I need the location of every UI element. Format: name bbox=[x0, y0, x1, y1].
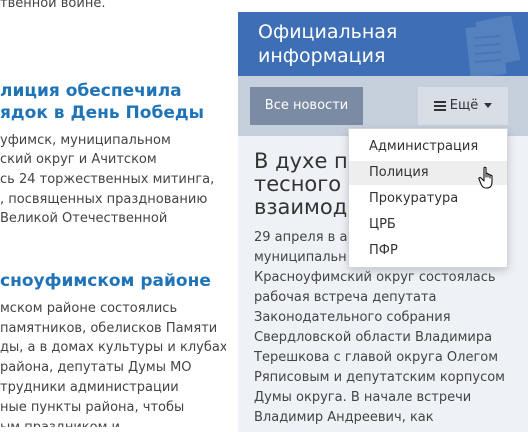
news-text: ды, а в домах культуры и клубах bbox=[0, 340, 226, 355]
document-stack-icon bbox=[465, 16, 521, 76]
news-text: мском районе состоялись bbox=[0, 301, 178, 316]
article-line: Терешкова с главой округа Олегом bbox=[254, 350, 499, 365]
news-text: уфимск, муниципальном bbox=[0, 133, 171, 148]
news-text: района, депутаты Думы МО bbox=[0, 360, 192, 375]
news-text: ым праздником и bbox=[0, 418, 120, 427]
news-text: ский округ и Ачитском bbox=[0, 152, 157, 167]
article-line: Свердловской области Владимира bbox=[254, 330, 493, 345]
article-line: рабочая встреча депутата bbox=[254, 290, 437, 305]
more-dropdown-menu: Администрация Полиция Прокуратура ЦРБ ПФ… bbox=[348, 128, 508, 268]
menu-item-prosecutor[interactable]: Прокуратура bbox=[349, 187, 507, 211]
news-title-link[interactable]: лиция обеспечила bbox=[0, 80, 182, 102]
news-fragment: твенной войне. bbox=[0, 0, 106, 11]
article-line: Ряписовым и депутатским корпусом bbox=[254, 370, 505, 385]
menu-item-administration[interactable]: Администрация bbox=[349, 135, 507, 159]
news-text: трудники администрации bbox=[0, 380, 179, 395]
menu-item-hospital[interactable]: ЦРБ bbox=[349, 213, 507, 237]
panel-title-line: Официальная bbox=[258, 21, 398, 43]
hamburger-icon bbox=[433, 100, 446, 111]
caret-down-icon bbox=[484, 103, 493, 108]
article-line: Красноуфимский округ состоялась bbox=[254, 270, 496, 285]
news-title-link[interactable]: ядок в День Победы bbox=[0, 102, 204, 124]
hand-cursor-icon bbox=[478, 166, 493, 189]
panel-title: Официальная информация bbox=[258, 20, 397, 68]
more-dropdown-button[interactable]: Ещё bbox=[418, 87, 508, 125]
all-news-button[interactable]: Все новости bbox=[250, 87, 363, 125]
news-text: ные пункты района, чтобы bbox=[0, 400, 185, 415]
news-column: твенной войне. лиция обеспечила ядок в Д… bbox=[0, 0, 226, 427]
menu-item-pension-fund[interactable]: ПФР bbox=[349, 239, 507, 263]
more-label: Ещё bbox=[449, 98, 479, 113]
panel-title-line: информация bbox=[258, 45, 386, 67]
article-line: Законодательного собрания bbox=[254, 310, 451, 325]
news-text: сь 24 торжественных митинга, bbox=[0, 172, 215, 187]
news-text: , посвященных празднованию bbox=[0, 192, 208, 207]
article-line: Владимир Андреевич, как bbox=[254, 410, 434, 425]
panel-header: Официальная информация bbox=[238, 12, 528, 76]
news-text: Великой Отечественной bbox=[0, 211, 168, 226]
news-text: памятников, обелисков Памяти bbox=[0, 321, 218, 336]
article-line: Думы округа. В начале встречи bbox=[254, 390, 472, 405]
news-title-link[interactable]: сноуфимском районе bbox=[0, 270, 211, 292]
